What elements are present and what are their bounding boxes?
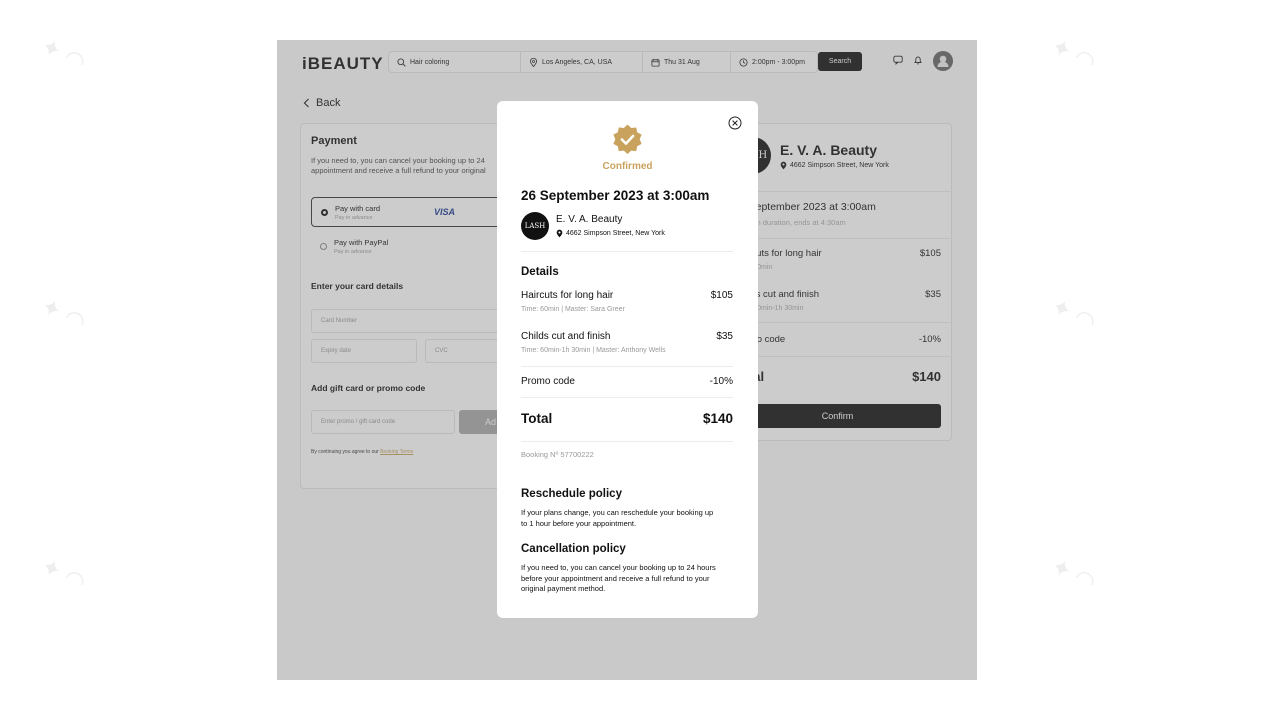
app-window: iBEAUTY Hair coloring Los Angeles, CA, U…: [277, 40, 977, 680]
detail-item-meta: Time: 60min-1h 30min | Master: Anthony W…: [521, 347, 666, 354]
confirmation-modal: Confirmed 26 September 2023 at 3:00am LA…: [497, 101, 758, 618]
details-title: Details: [521, 266, 559, 278]
location-pin-icon: [556, 229, 563, 238]
reschedule-policy-text: If your plans change, you can reschedule…: [521, 508, 714, 528]
total-row: Total$140: [521, 411, 733, 426]
detail-item: Childs cut and finish $35: [521, 331, 733, 342]
modal-salon-address: 4662 Simpson Street, New York: [556, 229, 665, 238]
divider: [521, 251, 733, 252]
close-icon[interactable]: [728, 116, 742, 130]
status-confirmed: Confirmed: [602, 161, 653, 172]
promo-row: Promo code -10%: [521, 376, 733, 387]
modal-booking-date: 26 September 2023 at 3:00am: [521, 188, 710, 203]
verified-badge-icon: [613, 124, 642, 155]
booking-number: Booking Nº 57700222: [521, 450, 594, 459]
cancellation-policy-text: If you need to, you can cancel your book…: [521, 563, 716, 593]
divider: [521, 441, 733, 442]
modal-salon-name: E. V. A. Beauty: [556, 214, 623, 225]
divider: [521, 397, 733, 398]
cancellation-policy-title: Cancellation policy: [521, 543, 626, 555]
divider: [521, 366, 733, 367]
detail-item-meta: Time: 60min | Master: Sara Greer: [521, 306, 625, 313]
salon-logo: LASH: [521, 212, 549, 240]
reschedule-policy-title: Reschedule policy: [521, 488, 622, 500]
detail-item: Haircuts for long hair $105: [521, 290, 733, 301]
